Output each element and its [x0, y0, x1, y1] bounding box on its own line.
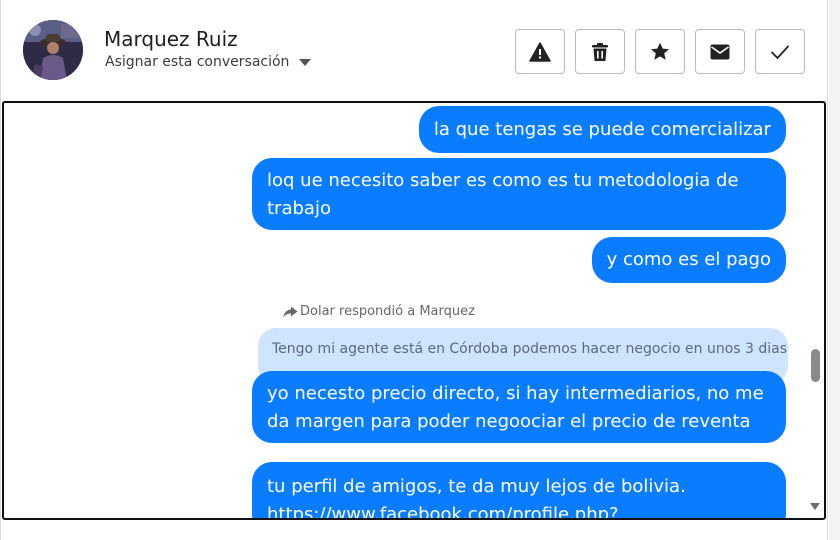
delete-button[interactable]: [575, 29, 625, 74]
message-bubble: y como es el pago: [591, 237, 786, 283]
message-bubble: loq ue necesito saber es como es tu meto…: [252, 158, 786, 230]
warning-icon: [529, 41, 551, 62]
star-button[interactable]: [635, 29, 685, 74]
message-bubble: yo necesto precio directo, si hay interm…: [252, 371, 786, 443]
assign-conversation-dropdown[interactable]: Asignar esta conversación: [105, 54, 312, 70]
avatar[interactable]: [23, 20, 83, 80]
avatar-image: [23, 20, 83, 80]
chevron-down-icon: [299, 59, 312, 66]
reply-arrow-icon: [283, 306, 298, 317]
envelope-icon: [710, 44, 730, 59]
right-strip: [829, 0, 840, 540]
action-toolbar: [515, 29, 805, 74]
star-icon: [651, 42, 669, 60]
reply-indicator: Dolar respondió a Marquez: [283, 304, 475, 319]
mark-unread-button[interactable]: [695, 29, 745, 74]
check-icon: [771, 45, 789, 59]
message-bubble: tu perfil de amigos, te da muy lejos de …: [252, 462, 786, 518]
scrollbar-thumb[interactable]: [811, 349, 820, 382]
reply-note-text: Dolar respondió a Marquez: [300, 304, 475, 319]
trash-icon: [592, 42, 608, 61]
done-button[interactable]: [755, 29, 805, 74]
message-bubble: la que tengas se puede comercializar: [418, 106, 786, 153]
report-button[interactable]: [515, 29, 565, 74]
contact-name: Marquez Ruiz: [104, 27, 238, 51]
message-thread[interactable]: la que tengas se puede comercializar loq…: [2, 101, 826, 520]
scroll-down-arrow-icon[interactable]: [810, 503, 820, 510]
assign-label: Asignar esta conversación: [105, 54, 290, 70]
conversation-header: Marquez Ruiz Asignar esta conversación: [0, 0, 828, 100]
